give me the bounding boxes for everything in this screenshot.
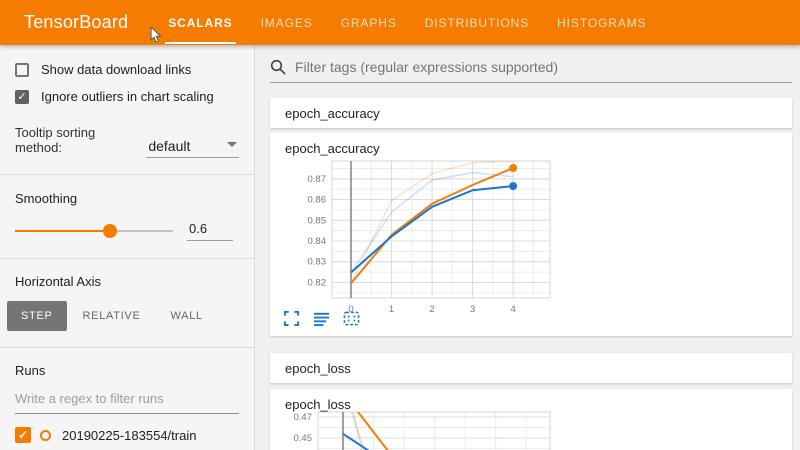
svg-text:0.84: 0.84 <box>308 236 327 247</box>
log-scale-icon[interactable] <box>313 310 330 327</box>
axis-option-wall[interactable]: WALL <box>157 301 217 331</box>
tag-group-epoch-loss[interactable]: epoch_loss <box>270 353 792 383</box>
search-icon <box>270 59 286 75</box>
runs-label: Runs <box>15 363 239 378</box>
epoch-accuracy-chart[interactable]: 0.820.830.840.850.860.8701234 <box>270 151 570 323</box>
svg-text:0.87: 0.87 <box>308 174 327 185</box>
chevron-down-icon <box>227 142 237 147</box>
nav-tabs: SCALARSIMAGESGRAPHSDISTRIBUTIONSHISTOGRA… <box>154 0 660 45</box>
runs-list: ✓20190225-183554/train✓20190225-183554/v… <box>15 427 239 450</box>
tab-scalars[interactable]: SCALARS <box>154 0 246 45</box>
option-row: Show data download links <box>15 62 239 77</box>
smoothing-value-input[interactable] <box>187 221 233 241</box>
svg-text:0.45: 0.45 <box>294 433 313 444</box>
epoch-accuracy-card: epoch_accuracy 0.820.830.840.850.860.870… <box>270 133 792 336</box>
sidebar-checkboxes: Show data download links ✓ Ignore outliers… <box>15 62 239 104</box>
expand-icon[interactable] <box>283 310 300 327</box>
chart-toolbar <box>283 310 373 327</box>
option-row: ✓ Ignore outliers in chart scaling <box>15 89 239 104</box>
svg-text:0.86: 0.86 <box>308 195 327 206</box>
tab-graphs[interactable]: GRAPHS <box>327 0 411 45</box>
horizontal-axis-options: STEPRELATIVEWALL <box>7 301 239 331</box>
app-title: TensorBoard <box>24 12 128 33</box>
run-row: ✓ 20190225-183554/train <box>15 427 239 443</box>
runs-filter-input[interactable] <box>15 383 239 414</box>
tab-distributions[interactable]: DISTRIBUTIONS <box>411 0 543 45</box>
epoch-loss-chart[interactable]: 0.47 0.45 <box>270 404 570 450</box>
epoch-loss-card: epoch_loss 0.470.45 <box>270 389 792 450</box>
run-label: 20190225-183554/train <box>62 428 196 443</box>
axis-option-relative[interactable]: RELATIVE <box>69 301 155 331</box>
checkbox[interactable]: ✓ <box>15 90 29 104</box>
sidebar: Show data download links ✓ Ignore outliers… <box>0 45 255 450</box>
tab-histograms[interactable]: HISTOGRAMS <box>543 0 660 45</box>
horizontal-axis-label: Horizontal Axis <box>15 274 239 289</box>
app-header: TensorBoard SCALARSIMAGESGRAPHSDISTRIBUT… <box>0 0 800 45</box>
axis-option-step[interactable]: STEP <box>7 301 67 331</box>
checkbox-label: Show data download links <box>41 62 191 77</box>
run-checkbox[interactable]: ✓ <box>15 427 31 443</box>
app-body: Show data download links ✓ Ignore outliers… <box>0 45 800 450</box>
smoothing-slider[interactable] <box>15 224 173 238</box>
svg-text:1: 1 <box>389 304 394 315</box>
tab-images[interactable]: IMAGES <box>247 0 327 45</box>
tooltip-sort-dropdown[interactable]: default <box>146 138 239 158</box>
tensorboard-app: { "header": { "title": "TensorBoard", "t… <box>0 0 800 450</box>
checkbox-label: Ignore outliers in chart scaling <box>41 89 214 104</box>
tooltip-sort-row: Tooltip sorting method: default <box>15 125 239 158</box>
svg-text:2: 2 <box>429 304 434 315</box>
svg-text:0.85: 0.85 <box>308 215 327 226</box>
run-color-circle[interactable] <box>40 430 51 441</box>
tag-group-epoch-accuracy[interactable]: epoch_accuracy <box>270 98 792 128</box>
svg-text:0.47: 0.47 <box>294 412 313 423</box>
smoothing-row <box>15 221 239 241</box>
fit-domain-icon[interactable] <box>343 310 360 327</box>
svg-text:0.83: 0.83 <box>308 257 327 268</box>
slider-thumb[interactable] <box>103 224 117 238</box>
checkbox[interactable] <box>15 63 29 77</box>
tag-filter-bar <box>270 45 792 83</box>
tag-group-title: epoch_loss <box>285 361 351 376</box>
tooltip-sort-label: Tooltip sorting method: <box>15 125 138 158</box>
svg-text:3: 3 <box>470 304 475 315</box>
svg-text:0.82: 0.82 <box>308 277 327 288</box>
svg-text:4: 4 <box>510 304 515 315</box>
smoothing-label: Smoothing <box>15 191 239 206</box>
slider-fill <box>15 230 110 232</box>
tooltip-sort-value: default <box>148 138 190 154</box>
tag-filter-input[interactable] <box>295 59 792 75</box>
tag-group-title: epoch_accuracy <box>285 106 380 121</box>
main-content: epoch_accuracy epoch_accuracy 0.820.830.… <box>255 45 800 450</box>
